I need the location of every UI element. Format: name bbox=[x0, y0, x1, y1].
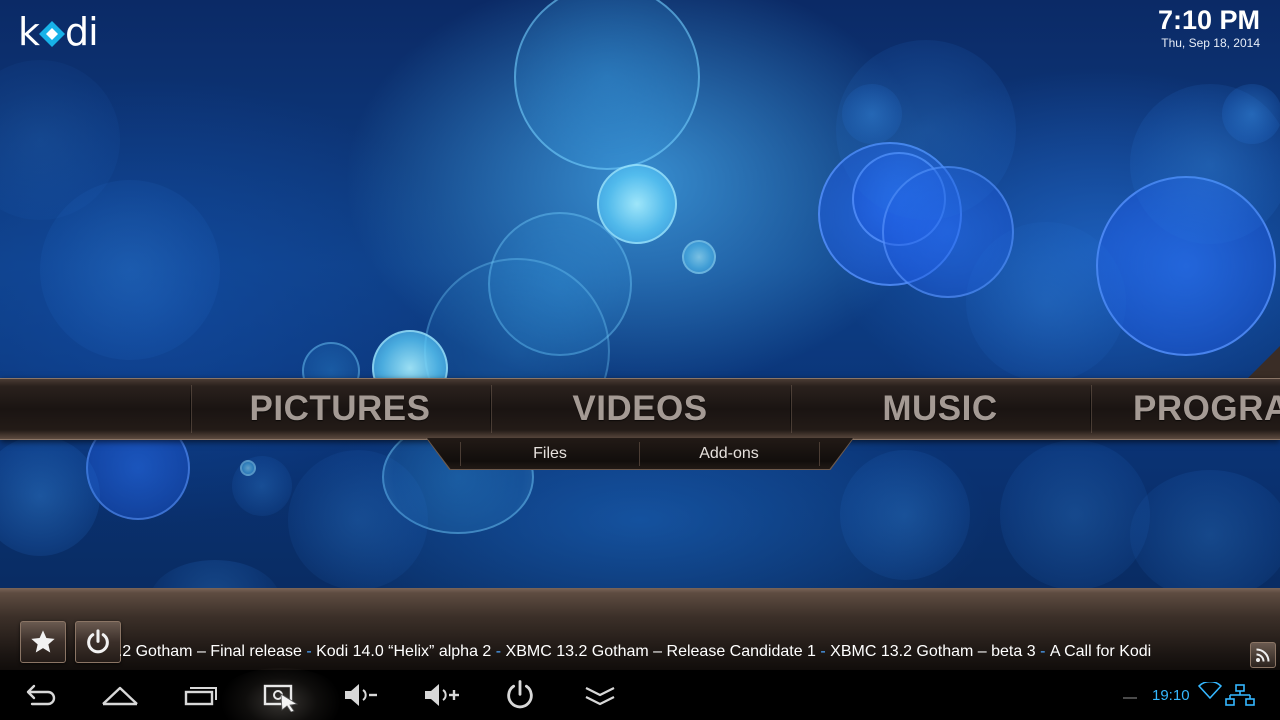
kodi-home-screen: k di kodi 7:10 PM Thu, Sep 18, 2014 PICT… bbox=[0, 0, 1280, 720]
main-menu: PICTURES VIDEOS MUSIC PROGRA bbox=[0, 378, 1280, 440]
rss-ticker: 13.2 Gotham – Final release - Kodi 14.0 … bbox=[120, 638, 1246, 666]
ticker-item[interactable]: Kodi 14.0 “Helix” alpha 2 bbox=[316, 638, 491, 666]
ticker-separator: - bbox=[301, 643, 317, 660]
hide-bar-button[interactable] bbox=[572, 672, 628, 718]
clock: 7:10 PM Thu, Sep 18, 2014 bbox=[1158, 4, 1260, 50]
menu-item-pictures[interactable]: PICTURES bbox=[190, 379, 490, 439]
rss-icon bbox=[1256, 648, 1270, 662]
clock-date: Thu, Sep 18, 2014 bbox=[1161, 36, 1260, 50]
power-button[interactable] bbox=[492, 672, 548, 718]
back-icon bbox=[26, 684, 56, 706]
menu-item-programs[interactable]: PROGRA bbox=[1090, 379, 1280, 439]
ticker-separator: - bbox=[1035, 643, 1050, 660]
chevron-double-down-icon bbox=[585, 687, 615, 706]
volume-down-button[interactable] bbox=[332, 672, 388, 718]
kodi-diamond-icon bbox=[39, 21, 66, 47]
power-menu-button[interactable] bbox=[75, 621, 121, 663]
screenshot-button[interactable] bbox=[252, 672, 308, 718]
ticker-separator: - bbox=[815, 643, 831, 660]
power-icon bbox=[507, 680, 533, 709]
volume-down-icon bbox=[345, 684, 377, 706]
videos-submenu: Files Add-ons bbox=[426, 438, 854, 470]
volume-up-button[interactable] bbox=[412, 672, 468, 718]
ticker-separator: - bbox=[491, 643, 506, 660]
volume-up-icon bbox=[425, 684, 459, 706]
status-bar-time: 19:10 bbox=[1152, 687, 1190, 704]
menu-item-music[interactable]: MUSIC bbox=[790, 379, 1090, 439]
ticker-item[interactable]: XBMC 13.2 Gotham – beta 3 bbox=[830, 638, 1035, 666]
logo-text-di: di bbox=[65, 10, 99, 54]
recent-apps-button[interactable] bbox=[172, 672, 228, 718]
menu-band-edge bbox=[1248, 346, 1280, 378]
ticker-item[interactable]: A Call for Kodi bbox=[1050, 638, 1151, 666]
power-icon bbox=[87, 629, 109, 654]
submenu-separator bbox=[819, 442, 820, 466]
back-button[interactable] bbox=[12, 672, 68, 718]
ethernet-icon bbox=[1225, 684, 1255, 706]
recent-apps-icon bbox=[184, 687, 217, 706]
home-icon bbox=[102, 686, 138, 706]
menu-item-videos[interactable]: VIDEOS bbox=[490, 379, 790, 439]
clock-time: 7:10 PM bbox=[1157, 5, 1260, 35]
wifi-icon bbox=[1198, 682, 1222, 699]
status-divider bbox=[1123, 697, 1137, 699]
ticker-item[interactable]: XBMC 13.2 Gotham – Release Candidate 1 bbox=[506, 638, 816, 666]
background-bokeh bbox=[0, 0, 1280, 590]
kodi-logo: k di kodi bbox=[18, 8, 99, 56]
logo-text-k: k bbox=[18, 10, 40, 54]
favourites-button[interactable] bbox=[20, 621, 66, 663]
screenshot-icon bbox=[263, 684, 299, 712]
rss-button[interactable] bbox=[1250, 642, 1276, 668]
home-button[interactable] bbox=[92, 672, 148, 718]
star-icon bbox=[31, 630, 55, 653]
ticker-item[interactable]: 13.2 Gotham – Final release bbox=[120, 638, 302, 666]
submenu-item-files[interactable]: Files bbox=[461, 438, 639, 469]
submenu-item-addons[interactable]: Add-ons bbox=[640, 438, 818, 469]
